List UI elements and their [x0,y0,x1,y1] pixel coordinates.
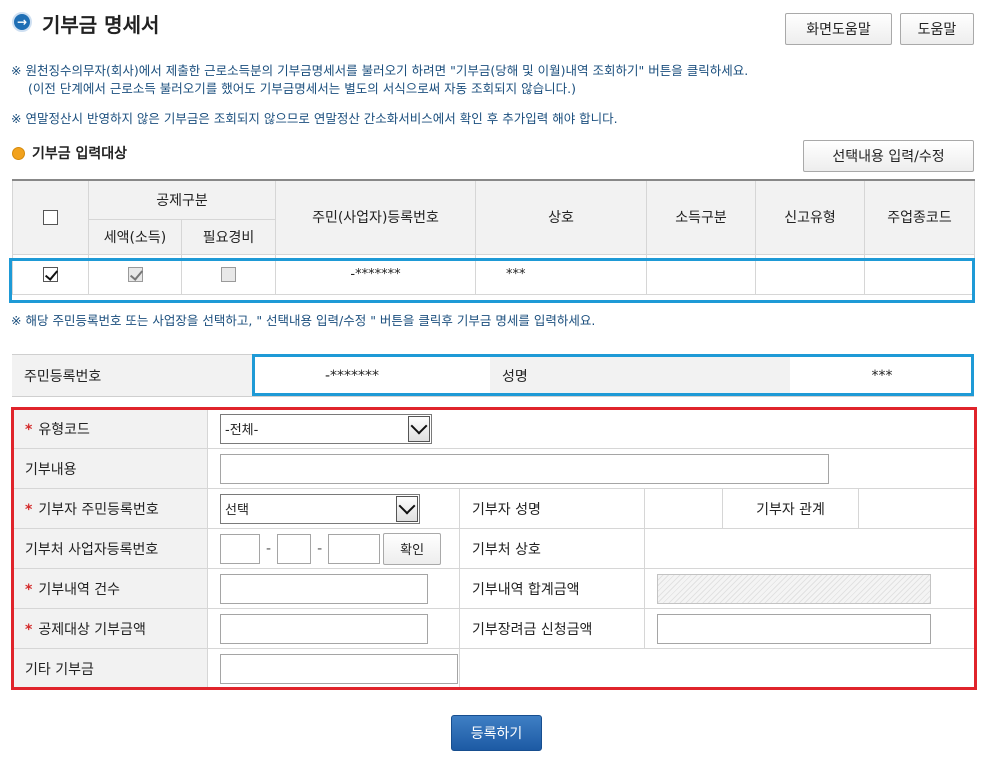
page-title: 기부금 명세서 [42,13,160,37]
register-button[interactable]: 등록하기 [451,715,542,751]
chevron-down-icon[interactable] [408,415,430,442]
notice-line-3: ※ 연말정산시 반영하지 않은 기부금은 조회되지 않으므로 연말정산 간소화서비… [11,108,618,127]
deduction-amount-label-text: 공제대상 기부금액 [38,621,146,638]
row-name: *** [475,253,647,295]
header-necessary-expense: 필요경비 [181,218,276,255]
person-name-value: *** [790,354,974,397]
section-title: 기부금 입력대상 [32,146,128,162]
content-input[interactable] [220,453,829,484]
deduction-amount-label: * 공제대상 기부금액 [12,608,208,649]
required-mark: * [25,501,33,518]
biz-no-part1-input[interactable] [220,534,260,564]
row-reg-no: -******* [275,253,476,295]
header-deduction-group: 공제구분 [88,179,276,220]
row-report-type [755,253,865,295]
donor-reg-select[interactable]: 선택 [220,493,420,524]
person-reg-no-value: -******* [252,354,490,397]
notice-text-1: 원천징수의무자(회사)에서 제출한 근로소득분의 기부금명세서를 불러오기 하려… [25,63,749,78]
target-table: 공제구분 주민(사업자)등록번호 상호 소득구분 신고유형 주업종코드 세액(소… [12,179,975,295]
count-label-text: 기부내역 건수 [38,581,121,598]
row-necessary-expense-cell [181,253,276,295]
recipient-name-value [643,528,977,569]
notice-line-1: ※ 원천징수의무자(회사)에서 제출한 근로소득분의 기부금명세서를 불러오기 하… [11,60,748,79]
count-label: * 기부내역 건수 [12,568,208,609]
row-tax-credit-cell [88,253,182,295]
donor-relation-label: 기부자 관계 [722,488,859,529]
dash-1: - [266,540,272,557]
total-label: 기부내역 합계금액 [459,568,645,609]
necessary-expense-checkbox [221,266,236,282]
person-table: 주민등록번호 -******* 성명 *** [12,354,974,397]
donor-relation-value [857,488,977,529]
help-button[interactable]: 도움말 [900,13,974,45]
section-bullet-icon [12,147,25,160]
row-income-type [646,253,756,295]
required-mark: * [25,581,33,598]
required-mark: * [25,621,33,638]
notice-mark: ※ [11,111,22,126]
other-empty [458,648,977,689]
select-all-cell [12,179,89,255]
recipient-biz-label: 기부처 사업자등록번호 [12,528,208,569]
notice-mark: ※ [11,313,22,328]
header-reg-no: 주민(사업자)등록번호 [275,179,476,255]
chevron-down-icon[interactable] [396,495,418,522]
donor-name-value [644,488,723,529]
donor-reg-label: * 기부자 주민등록번호 [12,488,208,529]
content-label: 기부내용 [12,448,208,489]
total-input [657,573,931,604]
header-business-code: 주업종코드 [864,179,975,255]
other-input[interactable] [220,653,458,684]
header-name: 상호 [475,179,647,255]
biz-no-part3-input[interactable] [328,534,381,564]
header-report-type: 신고유형 [755,179,865,255]
donor-reg-select-value: 선택 [225,503,249,518]
type-code-select-value: -전체- [225,423,259,438]
notice-line-2: (이전 단계에서 근로소득 불러오기를 했어도 기부금명세서는 별도의 서식으로… [28,81,576,96]
donor-reg-label-text: 기부자 주민등록번호 [38,501,159,518]
donation-form: * 유형코드 -전체- 기부내용 * 기부자 주민등록번호 선택 기부자 성명 [12,408,977,689]
tax-credit-checkbox [127,266,143,282]
notice-line-4: ※ 해당 주민등록번호 또는 사업장을 선택하고, " 선택내용 입력/수정 " … [11,310,595,329]
type-code-label: * 유형코드 [12,408,208,449]
person-name-label: 성명 [490,354,790,397]
row-business-code [864,253,975,295]
dash-2: - [317,540,323,557]
notice-text-4: 해당 주민등록번호 또는 사업장을 선택하고, " 선택내용 입력/수정 " 버… [25,313,596,328]
count-input[interactable] [220,573,428,604]
notice-text-3: 연말정산시 반영하지 않은 기부금은 조회되지 않으므로 연말정산 간소화서비스… [25,111,618,126]
deduction-amount-input[interactable] [220,613,428,644]
other-label: 기타 기부금 [12,648,208,689]
header-tax-credit: 세액(소득) [88,218,182,255]
type-code-select[interactable]: -전체- [220,413,432,444]
title-arrow-icon: → [12,12,32,32]
screen-help-button[interactable]: 화면도움말 [785,13,892,45]
select-edit-button[interactable]: 선택내용 입력/수정 [803,140,974,172]
incentive-input[interactable] [657,613,931,644]
row-select-cell [12,253,89,295]
row-select-checkbox[interactable] [43,266,58,282]
header-income-type: 소득구분 [646,179,756,255]
notice-mark: ※ [11,63,22,78]
recipient-name-label: 기부처 상호 [459,528,645,569]
incentive-label: 기부장려금 신청금액 [459,608,645,649]
table-row[interactable]: -******* *** [12,253,975,295]
required-mark: * [25,421,33,438]
confirm-button[interactable]: 확인 [383,532,442,565]
biz-no-part2-input[interactable] [277,534,312,564]
person-reg-no-label: 주민등록번호 [12,354,252,397]
select-all-checkbox[interactable] [43,209,58,225]
donor-name-label: 기부자 성명 [459,488,645,529]
type-code-label-text: 유형코드 [38,421,90,438]
